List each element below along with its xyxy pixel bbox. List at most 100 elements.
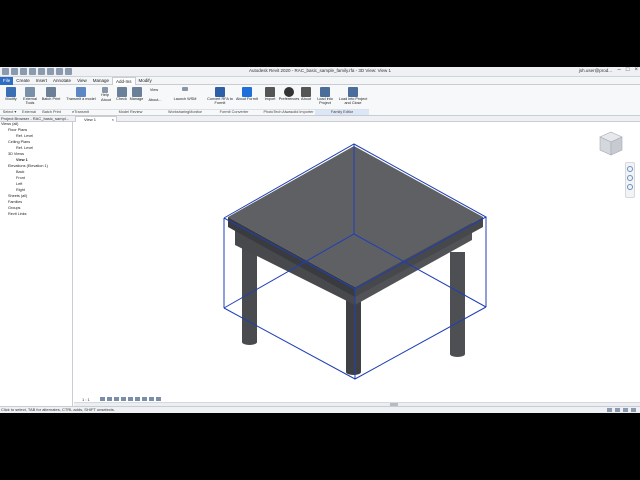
revit-window: Autodesk Revit 2020 - RAC_basic_sample_f… bbox=[0, 67, 640, 413]
view-scale[interactable]: 1 : 1 bbox=[82, 397, 90, 402]
load-close-icon bbox=[348, 87, 358, 97]
external-tools-icon bbox=[25, 87, 35, 97]
table-top bbox=[228, 146, 483, 287]
leg-right-foot bbox=[450, 351, 465, 357]
tab-manage[interactable]: Manage bbox=[90, 77, 112, 85]
select-links-icon[interactable] bbox=[607, 408, 612, 412]
visual-style-icon[interactable] bbox=[106, 397, 112, 401]
user-account[interactable]: jsh.user@prod... bbox=[579, 68, 612, 73]
tree-floor-ref-level[interactable]: Ref. Level bbox=[16, 134, 33, 139]
close-icon[interactable]: × bbox=[634, 67, 638, 73]
navigation-bar bbox=[625, 162, 635, 198]
import-icon bbox=[265, 87, 275, 97]
ribbon: Modify External Tools Batch Print Transm… bbox=[0, 85, 640, 116]
preferences-button[interactable]: Preferences bbox=[278, 86, 300, 108]
launch-wsm-button[interactable]: Launch WSM bbox=[170, 86, 200, 108]
launch-wsm-icon bbox=[182, 87, 188, 91]
printer-icon bbox=[46, 87, 56, 97]
about-importer-button[interactable]: About bbox=[298, 86, 314, 108]
convert-icon bbox=[215, 87, 225, 97]
status-icons bbox=[607, 408, 636, 412]
tab-annotate[interactable]: Annotate bbox=[50, 77, 74, 85]
status-bar: Click to select, TAB for alternates, CTR… bbox=[0, 406, 640, 413]
3d-viewport[interactable] bbox=[74, 122, 640, 406]
show-crop-icon[interactable] bbox=[134, 397, 140, 401]
about-formit-button[interactable]: About FormIt bbox=[234, 86, 260, 108]
tree-view-1[interactable]: View 1 bbox=[16, 158, 28, 163]
panel-external: External bbox=[19, 109, 39, 115]
leg-left-foot bbox=[242, 339, 257, 345]
tab-create[interactable]: Create bbox=[13, 77, 33, 85]
formit-icon bbox=[242, 87, 252, 97]
tab-view[interactable]: View bbox=[74, 77, 90, 85]
project-browser: Views (all) Floor Plans Ref. Level Ceili… bbox=[0, 122, 73, 406]
load-into-project-close-button[interactable]: Load into Project and Close bbox=[337, 86, 369, 108]
tree-elevations[interactable]: Elevations (Elevation 1) bbox=[8, 164, 48, 169]
manage-button[interactable]: Manage bbox=[128, 86, 145, 108]
crop-view-icon[interactable] bbox=[127, 397, 133, 401]
tree-right[interactable]: Right bbox=[16, 188, 25, 193]
detail-level-icon[interactable] bbox=[99, 397, 105, 401]
tree-ceiling-plans[interactable]: Ceiling Plans bbox=[8, 140, 30, 145]
panel-formit-converter: FormIt Converter bbox=[206, 109, 262, 115]
reveal-hidden-icon[interactable] bbox=[155, 397, 161, 401]
window-title: Autodesk Revit 2020 - RAC_basic_sample_f… bbox=[248, 68, 392, 73]
about-button[interactable]: About bbox=[99, 98, 113, 108]
tree-views-all[interactable]: Views (all) bbox=[1, 122, 18, 127]
cursor-icon bbox=[6, 87, 16, 97]
table-leg-left bbox=[242, 242, 257, 342]
tab-insert[interactable]: Insert bbox=[33, 77, 50, 85]
tree-front[interactable]: Front bbox=[16, 176, 25, 181]
tree-families[interactable]: Families bbox=[8, 200, 22, 205]
minimize-icon[interactable]: – bbox=[618, 67, 621, 73]
steering-wheel-icon[interactable] bbox=[627, 166, 633, 172]
tab-file[interactable]: File bbox=[0, 77, 14, 85]
tree-ceiling-ref-level[interactable]: Ref. Level bbox=[16, 146, 33, 151]
select-pinned-icon[interactable] bbox=[623, 408, 628, 412]
panel-select[interactable]: Select ▾ bbox=[0, 109, 19, 115]
preferences-icon bbox=[284, 87, 294, 97]
panel-worksharing-monitor: WorksharingMonitor bbox=[164, 109, 206, 115]
tree-3d-views[interactable]: 3D Views bbox=[8, 152, 24, 157]
window-controls: – □ × bbox=[618, 67, 638, 73]
check-button[interactable]: Check bbox=[114, 86, 129, 108]
external-tools-button[interactable]: External Tools bbox=[19, 86, 41, 108]
filter-icon[interactable] bbox=[631, 408, 636, 412]
zoom-icon[interactable] bbox=[627, 175, 633, 181]
import-button[interactable]: Import bbox=[262, 86, 278, 108]
table-leg-right bbox=[450, 252, 465, 354]
table-model[interactable] bbox=[74, 122, 640, 406]
load-into-project-button[interactable]: Load into Project bbox=[315, 86, 335, 108]
batch-print-button[interactable]: Batch Print bbox=[40, 86, 62, 108]
transmit-icon bbox=[76, 87, 86, 97]
tree-left[interactable]: Left bbox=[16, 182, 22, 187]
maximize-icon[interactable]: □ bbox=[626, 67, 630, 73]
tree-floor-plans[interactable]: Floor Plans bbox=[8, 128, 27, 133]
tree-groups[interactable]: Groups bbox=[8, 206, 20, 211]
viewcube-icon[interactable] bbox=[598, 130, 624, 158]
lock-view-icon[interactable] bbox=[141, 397, 147, 401]
convert-rfa-button[interactable]: Convert RFA to FormIt bbox=[206, 86, 234, 108]
panel-alwasolid-importer: PhotoTech Alwasolid Importer bbox=[262, 109, 315, 114]
select-underlay-icon[interactable] bbox=[615, 408, 620, 412]
transmit-model-button[interactable]: Transmit a model bbox=[64, 86, 98, 108]
ribbon-tabs: File Create Insert Annotate View Manage … bbox=[0, 77, 640, 85]
tab-modify[interactable]: Modify bbox=[136, 77, 155, 85]
temporary-hide-icon[interactable] bbox=[148, 397, 154, 401]
orbit-icon[interactable] bbox=[627, 184, 633, 190]
title-bar: Autodesk Revit 2020 - RAC_basic_sample_f… bbox=[0, 67, 640, 77]
load-project-icon bbox=[320, 87, 330, 97]
panel-batch-print: Batch Print bbox=[39, 109, 64, 115]
sun-path-icon[interactable] bbox=[113, 397, 119, 401]
manage-icon bbox=[131, 87, 142, 97]
about-model-review-button[interactable]: About... bbox=[146, 98, 164, 108]
about-icon bbox=[301, 87, 311, 97]
shadows-icon[interactable] bbox=[120, 397, 126, 401]
panel-family-editor: Family Editor bbox=[315, 109, 369, 115]
tree-back[interactable]: Back bbox=[16, 170, 24, 175]
panel-etransmit: eTransmit bbox=[64, 109, 97, 115]
tree-sheets[interactable]: Sheets (all) bbox=[8, 194, 27, 199]
tab-add-ins[interactable]: Add-Ins bbox=[112, 77, 136, 85]
tree-revit-links[interactable]: Revit Links bbox=[8, 212, 27, 217]
status-text: Click to select, TAB for alternates, CTR… bbox=[1, 407, 115, 412]
